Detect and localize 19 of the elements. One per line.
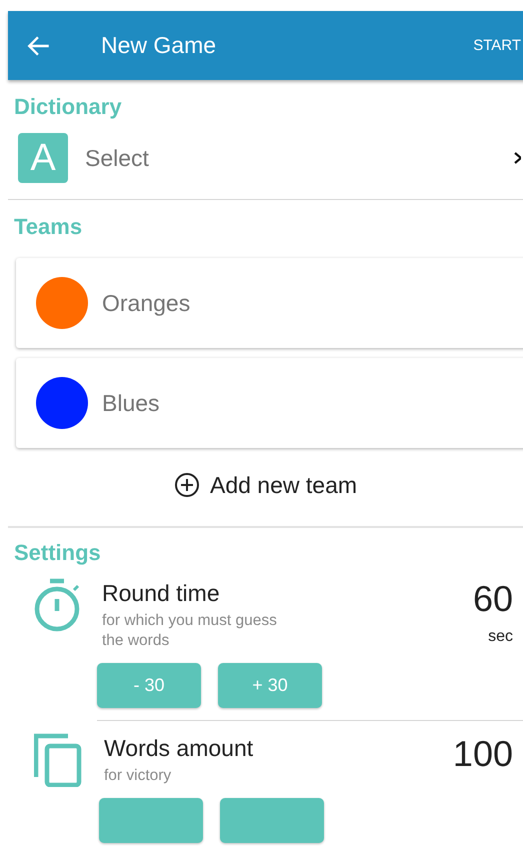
section-heading: Settings (14, 540, 101, 566)
setting-title: Words amount (104, 735, 254, 762)
team-name: Blues (102, 390, 160, 416)
dictionary-icon: A (18, 133, 68, 183)
section-heading: Dictionary (14, 94, 122, 120)
start-button[interactable]: START (473, 37, 521, 54)
setting-value: 100 (452, 733, 513, 775)
dictionary-select[interactable]: Select (85, 144, 514, 172)
team-name: Oranges (102, 290, 190, 316)
screen-title: New Game (101, 32, 218, 59)
setting-description: for which you must guess the words (102, 611, 278, 651)
add-team-button[interactable]: Add new team (8, 470, 523, 500)
setting-value: 60 (472, 578, 513, 620)
setting-title: Round time (102, 580, 221, 607)
unit-label: sec (488, 628, 513, 646)
team-card[interactable]: Oranges (16, 258, 523, 348)
section-heading: Teams (14, 214, 82, 240)
setting-description: for victory (104, 766, 172, 786)
team-card[interactable]: Blues (16, 358, 523, 448)
